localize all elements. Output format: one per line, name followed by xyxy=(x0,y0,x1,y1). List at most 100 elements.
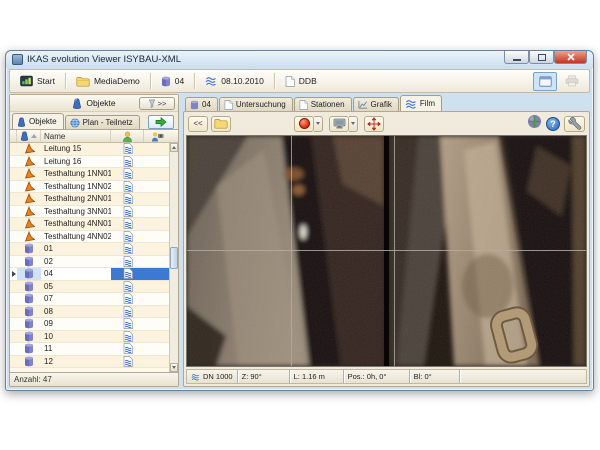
table-row[interactable]: Testhaltung 1NN02 xyxy=(10,181,178,194)
minimize-icon xyxy=(513,59,521,61)
section-icon xyxy=(24,143,35,154)
film-doc-icon xyxy=(123,356,133,367)
main-toolbar: Start MediaDemo 04 08.10.2010 DDB xyxy=(9,69,590,93)
table-row[interactable]: Leitung 15 xyxy=(10,143,178,156)
section-icon xyxy=(24,231,35,242)
collapse-panel-button[interactable]: << xyxy=(188,116,208,132)
film-doc-icon xyxy=(123,231,133,242)
inspection-column-header[interactable] xyxy=(111,130,144,142)
node-icon xyxy=(24,331,34,342)
window-layout-button[interactable] xyxy=(533,72,557,91)
tab-04[interactable]: 04 xyxy=(185,97,218,111)
settings-button[interactable] xyxy=(564,116,585,132)
table-row-selected[interactable]: 04 xyxy=(10,268,178,281)
scroll-down-button[interactable] xyxy=(170,363,178,372)
close-button[interactable] xyxy=(554,51,587,64)
section-icon xyxy=(24,156,35,167)
open-media-button[interactable] xyxy=(211,116,231,132)
document-icon xyxy=(299,100,308,110)
table-row[interactable]: 10 xyxy=(10,331,178,344)
zoom-angle-segment: Z: 90° xyxy=(238,370,290,383)
table-row[interactable]: 02 xyxy=(10,256,178,269)
film-doc-icon xyxy=(123,168,133,179)
table-row[interactable]: 11 xyxy=(10,343,178,356)
film-doc-icon xyxy=(123,268,133,279)
section-icon xyxy=(24,218,35,229)
scroll-up-button[interactable] xyxy=(170,143,178,152)
close-icon xyxy=(567,53,575,61)
table-row[interactable]: Testhaltung 4NN02 xyxy=(10,231,178,244)
count-status-bar: Anzahl: 47 xyxy=(10,372,178,386)
expand-panel-button[interactable]: >> xyxy=(139,97,175,110)
sewer-camera-image-right xyxy=(389,136,586,366)
3d-view-button[interactable] xyxy=(527,114,542,134)
minimize-button[interactable] xyxy=(504,51,529,64)
film-doc-icon xyxy=(123,218,133,229)
film-status-bar: DN 1000 Z: 90° L: 1.16 m Pos.: 0h, 0° Bl… xyxy=(186,369,587,384)
tab-untersuchung[interactable]: Untersuchung xyxy=(219,97,293,111)
table-row[interactable]: 05 xyxy=(10,281,178,294)
ddb-button[interactable]: DDB xyxy=(280,74,322,89)
pan-arrows-icon xyxy=(367,117,381,131)
tab-grafik[interactable]: Grafik xyxy=(353,97,399,111)
table-row[interactable]: 08 xyxy=(10,306,178,319)
node-icon xyxy=(24,356,34,367)
left-tab-bar: Objekte Plan - Teilnetz xyxy=(10,112,178,129)
film-doc-icon xyxy=(123,256,133,267)
monitor-dropdown[interactable] xyxy=(349,116,358,132)
film-doc-icon xyxy=(123,293,133,304)
record-button[interactable] xyxy=(294,116,314,132)
section-icon xyxy=(24,181,35,192)
detail-tab-bar: 04 Untersuchung Stationen Grafik xyxy=(183,94,590,111)
film-column-header[interactable] xyxy=(144,130,171,142)
table-row[interactable]: Leitung 16 xyxy=(10,156,178,169)
monitor-button[interactable] xyxy=(329,116,349,132)
node-icon xyxy=(24,281,34,292)
gutter-column-header[interactable] xyxy=(10,130,17,142)
scrollbar-track[interactable] xyxy=(170,152,178,363)
record-dropdown[interactable] xyxy=(314,116,323,132)
print-button[interactable] xyxy=(560,72,584,91)
help-button[interactable]: ? xyxy=(546,117,560,131)
cylinder-icon xyxy=(161,76,171,87)
object-button[interactable]: 04 xyxy=(156,74,189,89)
window-title: IKAS evolution Viewer ISYBAU-XML xyxy=(27,54,181,65)
project-button[interactable]: MediaDemo xyxy=(71,74,145,89)
table-row[interactable]: 01 xyxy=(10,243,178,256)
scrollbar-thumb[interactable] xyxy=(170,247,178,269)
apply-selection-button[interactable] xyxy=(148,115,174,129)
table-row[interactable]: Testhaltung 1NN01 xyxy=(10,168,178,181)
video-area xyxy=(186,135,587,367)
objects-panel-header: Objekte >> xyxy=(10,95,178,112)
list-scrollbar[interactable] xyxy=(169,143,178,372)
tab-stationen[interactable]: Stationen xyxy=(294,97,352,111)
type-column-header[interactable] xyxy=(17,130,41,142)
table-row[interactable]: 12 xyxy=(10,356,178,369)
pan-control-button[interactable] xyxy=(364,116,384,132)
table-row[interactable]: Testhaltung 2NN01 xyxy=(10,193,178,206)
detail-panel: 04 Untersuchung Stationen Grafik xyxy=(183,94,590,387)
maximize-button[interactable] xyxy=(529,51,554,64)
name-column-header[interactable]: Name xyxy=(41,130,111,142)
inspection-date-button[interactable]: 08.10.2010 xyxy=(200,74,269,88)
app-icon xyxy=(12,54,23,65)
video-pane-left[interactable] xyxy=(187,136,384,366)
waves-icon xyxy=(191,373,200,381)
table-row[interactable]: 07 xyxy=(10,293,178,306)
tab-objekte[interactable]: Objekte xyxy=(12,113,64,129)
table-row[interactable]: 09 xyxy=(10,318,178,331)
toolbar-separator xyxy=(194,73,195,89)
title-bar[interactable]: IKAS evolution Viewer ISYBAU-XML xyxy=(6,51,593,68)
wrench-icon xyxy=(567,117,582,130)
section-icon xyxy=(24,206,35,217)
tab-plan-teilnetz[interactable]: Plan - Teilnetz xyxy=(65,115,140,129)
table-row[interactable]: Testhaltung 4NN01 xyxy=(10,218,178,231)
table-row[interactable]: Testhaltung 3NN01 xyxy=(10,206,178,219)
toolbar-separator xyxy=(65,73,66,89)
start-button[interactable]: Start xyxy=(15,73,60,89)
tab-film[interactable]: Film xyxy=(400,95,442,111)
film-doc-icon xyxy=(123,156,133,167)
video-pane-right[interactable] xyxy=(389,136,586,366)
document-icon xyxy=(285,76,295,87)
film-doc-icon xyxy=(123,306,133,317)
